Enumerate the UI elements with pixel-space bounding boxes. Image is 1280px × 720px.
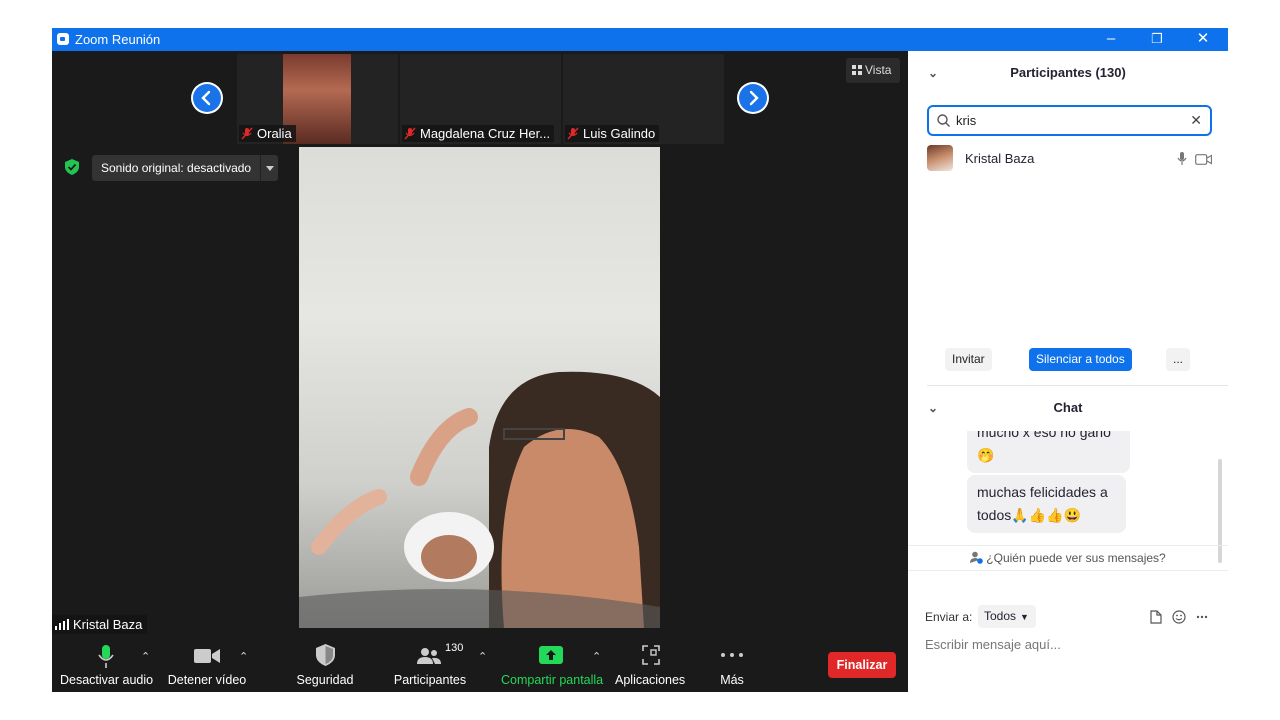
- chat-more-icon[interactable]: [1196, 615, 1208, 619]
- send-to-dropdown[interactable]: Todos ▼: [978, 605, 1036, 628]
- view-button[interactable]: Vista: [846, 58, 900, 83]
- thumbnail-name: Oralia: [239, 125, 296, 142]
- participants-button[interactable]: 130 Participantes: [393, 636, 467, 692]
- title-bar: Zoom Reunión – ❐ ✕: [52, 28, 1228, 51]
- invite-button[interactable]: Invitar: [945, 348, 992, 371]
- meeting-stage: Oralia Magdalena Cruz Her... Luis Galind…: [52, 51, 908, 692]
- collapse-chat-icon[interactable]: ⌄: [928, 386, 938, 415]
- chevron-down-icon: ▼: [1020, 612, 1029, 622]
- search-icon: [937, 114, 950, 127]
- person-info-icon: [970, 551, 984, 564]
- participants-label: Participantes: [393, 673, 467, 687]
- more-dots-icon: [721, 653, 743, 657]
- gallery-prev-button[interactable]: [191, 82, 223, 114]
- chat-messages: mucho x eso no gano 🤭 muchas felicidades…: [908, 431, 1228, 545]
- video-thumbnail[interactable]: Oralia: [237, 54, 398, 144]
- search-value: kris: [956, 113, 977, 128]
- participants-options-caret[interactable]: ⌃: [478, 650, 488, 663]
- window-title: Zoom Reunión: [75, 32, 161, 47]
- video-thumbnail[interactable]: Luis Galindo: [563, 54, 724, 144]
- stop-video-label: Detener vídeo: [167, 673, 247, 687]
- chat-message-input[interactable]: Escribir mensaje aquí...: [925, 637, 1061, 652]
- restore-button[interactable]: ❐: [1134, 28, 1180, 51]
- video-frame: [299, 371, 660, 628]
- apps-label: Aplicaciones: [615, 673, 686, 687]
- video-options-caret[interactable]: ⌃: [239, 650, 249, 663]
- participants-more-button[interactable]: ...: [1166, 348, 1191, 371]
- emoji-icon[interactable]: [1172, 610, 1186, 624]
- collapse-participants-icon[interactable]: ⌄: [928, 51, 938, 80]
- who-can-see-link[interactable]: ¿Quién puede ver sus mensajes?: [908, 545, 1228, 571]
- mute-audio-button[interactable]: Desactivar audio: [60, 636, 154, 692]
- share-options-caret[interactable]: ⌃: [592, 650, 602, 663]
- chat-title: Chat: [1053, 400, 1083, 415]
- active-speaker-name: Kristal Baza: [52, 615, 148, 634]
- clear-search-icon[interactable]: ✕: [1190, 112, 1202, 129]
- original-sound-toggle[interactable]: Sonido original: desactivado: [92, 155, 278, 181]
- share-screen-label: Compartir pantalla: [501, 673, 604, 687]
- chevron-left-icon: [201, 90, 211, 106]
- audio-options-caret[interactable]: ⌃: [141, 650, 151, 663]
- video-camera-icon: [194, 649, 220, 663]
- participant-name: Kristal Baza: [965, 151, 1035, 166]
- send-to-label: Enviar a:: [925, 610, 973, 624]
- video-camera-icon[interactable]: [1195, 154, 1212, 165]
- microphone-icon[interactable]: [1177, 152, 1187, 166]
- meeting-toolbar: Desactivar audio ⌃ Detener vídeo ⌃ Segur…: [52, 636, 908, 692]
- video-thumbnail[interactable]: Magdalena Cruz Her...: [400, 54, 561, 144]
- participants-icon: [417, 648, 441, 664]
- chat-message: muchas felicidades a todos🙏👍👍😃: [967, 475, 1126, 533]
- mute-audio-label: Desactivar audio: [60, 673, 154, 687]
- grid-icon: [852, 65, 862, 75]
- close-button[interactable]: ✕: [1180, 28, 1226, 51]
- end-meeting-button[interactable]: Finalizar: [828, 652, 896, 678]
- security-label: Seguridad: [296, 673, 354, 687]
- stop-video-button[interactable]: Detener vídeo: [167, 636, 247, 692]
- gallery-next-button[interactable]: [737, 82, 769, 114]
- security-shield-icon: [316, 644, 335, 666]
- participants-header: ⌄ Participantes (130): [908, 51, 1228, 95]
- original-sound-dropdown[interactable]: [260, 155, 278, 181]
- mute-all-button[interactable]: Silenciar a todos: [1029, 348, 1132, 371]
- participants-count: 130: [445, 642, 464, 654]
- minimize-button[interactable]: –: [1088, 28, 1134, 51]
- shield-check-icon[interactable]: [65, 159, 79, 175]
- participant-row[interactable]: Kristal Baza: [927, 145, 1217, 173]
- microphone-icon: [98, 645, 114, 668]
- file-icon[interactable]: [1150, 610, 1162, 624]
- thumbnail-name: Luis Galindo: [565, 125, 660, 142]
- apps-icon: [642, 645, 660, 665]
- zoom-app-icon: [57, 33, 69, 45]
- chevron-right-icon: [749, 90, 759, 106]
- more-label: Más: [720, 673, 744, 687]
- chat-message: mucho x eso no gano 🤭: [967, 431, 1130, 473]
- zoom-window: Zoom Reunión – ❐ ✕ Oralia Magdalena Cruz…: [52, 28, 1228, 692]
- muted-mic-icon: [404, 127, 416, 140]
- share-screen-button[interactable]: Compartir pantalla: [501, 636, 604, 692]
- security-button[interactable]: Seguridad: [292, 636, 358, 692]
- muted-mic-icon: [241, 127, 253, 140]
- signal-strength-icon: [55, 619, 69, 630]
- active-speaker-video: [299, 147, 660, 628]
- participants-title: Participantes (130): [1010, 65, 1126, 80]
- muted-mic-icon: [567, 127, 579, 140]
- chat-header: ⌄ Chat: [908, 386, 1228, 430]
- thumbnail-name: Magdalena Cruz Her...: [402, 125, 555, 142]
- apps-button[interactable]: Aplicaciones: [615, 636, 685, 692]
- side-panel: ⌄ Participantes (130) kris ✕ Kristal Baz…: [908, 51, 1228, 692]
- share-screen-icon: [539, 646, 563, 664]
- more-button[interactable]: Más: [712, 636, 752, 692]
- avatar: [927, 145, 953, 171]
- participant-search-input[interactable]: kris ✕: [927, 105, 1212, 136]
- original-sound-label: Sonido original: desactivado: [101, 161, 252, 175]
